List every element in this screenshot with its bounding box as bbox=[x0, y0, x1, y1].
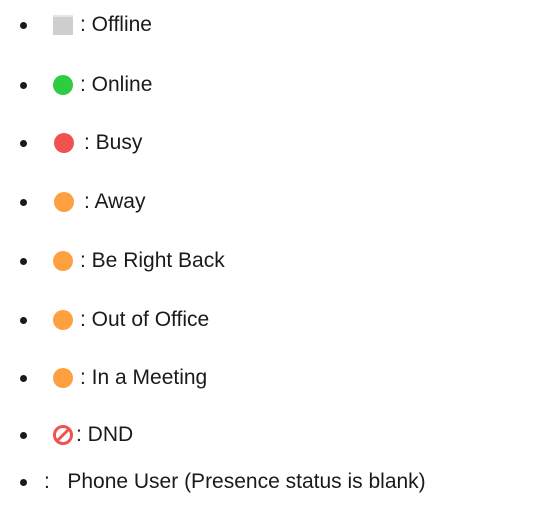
list-item: : Offline bbox=[0, 10, 538, 40]
bullet-icon bbox=[20, 478, 27, 486]
bullet-icon bbox=[20, 21, 27, 29]
away-dot-icon bbox=[53, 251, 73, 271]
away-dot-icon bbox=[53, 310, 73, 330]
busy-dot-icon bbox=[54, 133, 74, 153]
offline-square-icon bbox=[53, 15, 73, 35]
status-label: : Out of Office bbox=[80, 308, 210, 331]
status-label: : DND bbox=[76, 423, 134, 446]
status-label: : Be Right Back bbox=[80, 249, 225, 272]
list-item: : In a Meeting bbox=[0, 363, 538, 393]
list-item: : Online bbox=[0, 70, 538, 100]
bullet-icon bbox=[20, 257, 27, 265]
list-item: : DND bbox=[0, 420, 538, 450]
list-item: : Out of Office bbox=[0, 305, 538, 335]
away-dot-icon bbox=[54, 192, 74, 212]
status-label: : Away bbox=[84, 190, 146, 213]
list-item: : Phone User (Presence status is blank) bbox=[0, 467, 538, 497]
status-label: : Busy bbox=[84, 131, 143, 154]
status-label: : Offline bbox=[80, 13, 152, 36]
status-label: : Phone User (Presence status is blank) bbox=[44, 470, 426, 493]
bullet-icon bbox=[20, 139, 27, 147]
list-item: : Away bbox=[0, 187, 538, 217]
list-item: : Be Right Back bbox=[0, 246, 538, 276]
status-label: : Online bbox=[80, 73, 153, 96]
bullet-icon bbox=[20, 431, 27, 439]
online-dot-icon bbox=[53, 75, 73, 95]
bullet-icon bbox=[20, 81, 27, 89]
away-dot-icon bbox=[53, 368, 73, 388]
status-label: : In a Meeting bbox=[80, 366, 208, 389]
bullet-icon bbox=[20, 374, 27, 382]
dnd-prohibited-icon bbox=[52, 424, 74, 446]
bullet-icon bbox=[20, 198, 27, 206]
list-item: : Busy bbox=[0, 128, 538, 158]
bullet-icon bbox=[20, 316, 27, 324]
